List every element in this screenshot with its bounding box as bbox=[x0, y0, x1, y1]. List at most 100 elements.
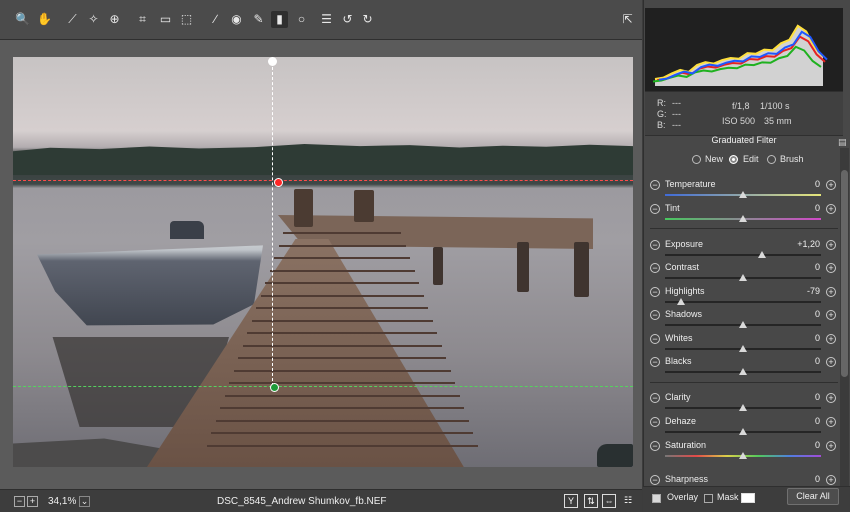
graduated-filter-red-guide[interactable] bbox=[13, 180, 633, 181]
rotate-left-icon[interactable]: ↺ bbox=[339, 11, 356, 28]
open-preferences-icon[interactable]: ⇱ bbox=[619, 11, 636, 28]
increase-shadows-button[interactable]: + bbox=[826, 310, 836, 320]
spot-removal-icon[interactable]: ∕ bbox=[207, 11, 224, 28]
panel-scrollbar-thumb[interactable] bbox=[841, 170, 848, 377]
slider-clarity[interactable]: − Clarity 0 + bbox=[650, 392, 838, 415]
white-balance-icon[interactable]: ⟋ bbox=[64, 11, 81, 28]
slider-value[interactable]: 0 bbox=[780, 356, 820, 366]
increase-contrast-button[interactable]: + bbox=[826, 263, 836, 273]
decrease-dehaze-button[interactable]: − bbox=[650, 417, 660, 427]
hand-tool-icon[interactable]: ✋ bbox=[36, 11, 53, 28]
adjustment-brush-icon[interactable]: ✎ bbox=[250, 11, 267, 28]
decrease-temperature-button[interactable]: − bbox=[650, 180, 660, 190]
slider-blacks[interactable]: − Blacks 0 + bbox=[650, 356, 838, 379]
slider-thumb[interactable] bbox=[739, 274, 747, 281]
decrease-whites-button[interactable]: − bbox=[650, 334, 660, 344]
slider-thumb[interactable] bbox=[739, 452, 747, 459]
slider-thumb[interactable] bbox=[757, 251, 766, 258]
preview-canvas[interactable] bbox=[0, 40, 642, 489]
slider-value[interactable]: 0 bbox=[780, 309, 820, 319]
slider-highlights[interactable]: − Highlights -79 + bbox=[650, 286, 838, 309]
slider-value[interactable]: 0 bbox=[780, 203, 820, 213]
decrease-sharpness-button[interactable]: − bbox=[650, 475, 660, 485]
slider-exposure[interactable]: − Exposure +1,20 + bbox=[650, 239, 838, 262]
color-sampler-icon[interactable]: ✧ bbox=[85, 11, 102, 28]
brush-mode-radio[interactable] bbox=[767, 155, 776, 164]
increase-tint-button[interactable]: + bbox=[826, 204, 836, 214]
graduated-filter-axis[interactable] bbox=[272, 57, 273, 386]
slider-value[interactable]: 0 bbox=[780, 474, 820, 484]
decrease-contrast-button[interactable]: − bbox=[650, 263, 660, 273]
slider-value[interactable]: 0 bbox=[780, 179, 820, 189]
slider-value[interactable]: 0 bbox=[780, 440, 820, 450]
increase-dehaze-button[interactable]: + bbox=[826, 417, 836, 427]
slider-value[interactable]: -79 bbox=[780, 286, 820, 296]
panel-menu-icon[interactable]: ▤ bbox=[838, 137, 847, 148]
increase-highlights-button[interactable]: + bbox=[826, 287, 836, 297]
slider-thumb[interactable] bbox=[676, 298, 685, 305]
mask-color-swatch[interactable] bbox=[741, 493, 755, 503]
slider-track[interactable] bbox=[665, 254, 821, 256]
decrease-exposure-button[interactable]: − bbox=[650, 240, 660, 250]
slider-value[interactable]: 0 bbox=[780, 416, 820, 426]
clear-all-button[interactable]: Clear All bbox=[787, 488, 839, 505]
slider-thumb[interactable] bbox=[739, 191, 747, 198]
slider-value[interactable]: 0 bbox=[780, 333, 820, 343]
zoom-menu-button[interactable]: ⌄ bbox=[79, 496, 90, 507]
red-filter-pin[interactable] bbox=[274, 178, 283, 187]
slider-thumb[interactable] bbox=[739, 345, 747, 352]
increase-saturation-button[interactable]: + bbox=[826, 441, 836, 451]
slider-dehaze[interactable]: − Dehaze 0 + bbox=[650, 416, 838, 439]
transform-icon[interactable]: ⬚ bbox=[178, 11, 195, 28]
photo-preview[interactable] bbox=[13, 57, 633, 467]
decrease-blacks-button[interactable]: − bbox=[650, 357, 660, 367]
slider-thumb[interactable] bbox=[739, 404, 747, 411]
slider-thumb[interactable] bbox=[739, 368, 747, 375]
graduated-filter-icon[interactable]: ▮ bbox=[271, 11, 288, 28]
slider-value[interactable]: +1,20 bbox=[780, 239, 820, 249]
settings-sliders-icon[interactable]: ☷ bbox=[621, 494, 635, 508]
decrease-clarity-button[interactable]: − bbox=[650, 393, 660, 403]
green-filter-pin[interactable] bbox=[270, 383, 279, 392]
zoom-in-button[interactable]: + bbox=[27, 496, 38, 507]
slider-value[interactable]: 0 bbox=[780, 392, 820, 402]
slider-shadows[interactable]: − Shadows 0 + bbox=[650, 309, 838, 332]
increase-whites-button[interactable]: + bbox=[826, 334, 836, 344]
slider-temperature[interactable]: − Temperature 0 + bbox=[650, 179, 838, 202]
targeted-adjustment-icon[interactable]: ⊕ bbox=[106, 11, 123, 28]
copy-settings-icon[interactable]: ⇔ bbox=[602, 494, 616, 508]
slider-thumb[interactable] bbox=[739, 428, 747, 435]
new-mode-radio[interactable] bbox=[692, 155, 701, 164]
rotate-right-icon[interactable]: ↻ bbox=[359, 11, 376, 28]
overlay-checkbox[interactable] bbox=[652, 494, 661, 503]
decrease-highlights-button[interactable]: − bbox=[650, 287, 660, 297]
increase-temperature-button[interactable]: + bbox=[826, 180, 836, 190]
mask-checkbox[interactable] bbox=[704, 494, 713, 503]
slider-saturation[interactable]: − Saturation 0 + bbox=[650, 440, 838, 463]
zoom-out-button[interactable]: − bbox=[14, 496, 25, 507]
edit-mode-radio[interactable] bbox=[729, 155, 738, 164]
swap-before-after-icon[interactable]: ⇅ bbox=[584, 494, 598, 508]
zoom-tool-icon[interactable]: 🔍 bbox=[14, 11, 31, 28]
slider-thumb[interactable] bbox=[739, 321, 747, 328]
slider-contrast[interactable]: − Contrast 0 + bbox=[650, 262, 838, 285]
before-after-button[interactable]: Y bbox=[564, 494, 578, 508]
slider-track[interactable] bbox=[665, 301, 821, 303]
increase-sharpness-button[interactable]: + bbox=[826, 475, 836, 485]
increase-exposure-button[interactable]: + bbox=[826, 240, 836, 250]
radial-filter-icon[interactable]: ○ bbox=[293, 11, 310, 28]
crop-tool-icon[interactable]: ⌗ bbox=[134, 11, 151, 28]
decrease-saturation-button[interactable]: − bbox=[650, 441, 660, 451]
slider-thumb[interactable] bbox=[739, 215, 747, 222]
red-eye-icon[interactable]: ◉ bbox=[228, 11, 245, 28]
decrease-tint-button[interactable]: − bbox=[650, 204, 660, 214]
preferences-icon[interactable]: ☰ bbox=[318, 11, 335, 28]
slider-whites[interactable]: − Whites 0 + bbox=[650, 333, 838, 356]
decrease-shadows-button[interactable]: − bbox=[650, 310, 660, 320]
filter-rotation-pin[interactable] bbox=[268, 57, 277, 66]
slider-value[interactable]: 0 bbox=[780, 262, 820, 272]
graduated-filter-green-guide[interactable] bbox=[13, 386, 633, 387]
straighten-icon[interactable]: ▭ bbox=[157, 11, 174, 28]
increase-blacks-button[interactable]: + bbox=[826, 357, 836, 367]
increase-clarity-button[interactable]: + bbox=[826, 393, 836, 403]
